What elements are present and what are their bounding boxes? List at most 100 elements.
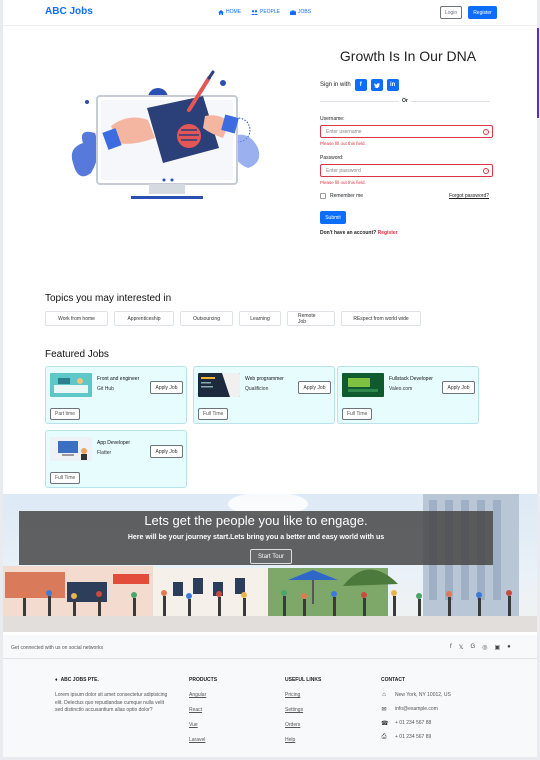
topic-chip[interactable]: Learning (239, 311, 281, 326)
contact-text: + 01 234 567 88 (395, 720, 432, 726)
footer-link[interactable]: Vue (189, 722, 217, 728)
topics-title: Topics you may interested in (45, 293, 172, 304)
footer-social-icons: f 𝕏 G ◎ ▣ ● (450, 644, 511, 651)
home-icon (218, 9, 224, 15)
contact-text: + 01 234 567 89 (395, 734, 432, 740)
company-text: Lorem ipsum dolor sit amet consectetur a… (55, 692, 168, 713)
remember-label: Remember me (330, 193, 364, 199)
connect-text: Get connected with us on social networks (11, 645, 103, 651)
submit-button[interactable]: Submit (320, 211, 346, 224)
twitter-icon[interactable]: 𝕏 (459, 644, 464, 651)
people-icon (251, 9, 258, 15)
footer-link[interactable]: Laravel (189, 737, 217, 743)
printer-icon: ⎙ (381, 734, 387, 740)
or-label: Or (399, 98, 411, 104)
job-card[interactable]: Fullstack Developer Valeo.com Apply Job … (337, 366, 479, 424)
footer-link[interactable]: React (189, 707, 217, 713)
nav-link-people[interactable]: PEOPLE (251, 9, 280, 15)
topic-chip[interactable]: Outsourcing (180, 311, 233, 326)
footer-social-bar: Get connected with us on social networks… (3, 635, 537, 659)
job-card[interactable]: Web programmer Qualificion Apply Job Ful… (193, 366, 335, 424)
remember-me[interactable]: Remember me (320, 193, 363, 199)
hero-banner: Lets get the people you like to engage. … (3, 494, 537, 632)
username-placeholder: Enter username (326, 129, 362, 135)
instagram-icon[interactable]: ◎ (482, 644, 487, 651)
useful-heading: USEFUL LINKS (285, 677, 322, 683)
twitter-button[interactable] (370, 79, 383, 91)
register-link[interactable]: Register (378, 230, 398, 236)
products-heading: PRODUCTS (189, 677, 218, 683)
forgot-password-link[interactable]: Forgot password? (449, 193, 489, 199)
start-tour-button[interactable]: Start Tour (250, 549, 292, 564)
company-heading: ♦ ABC JOBS PTE. (55, 677, 170, 683)
topic-chip[interactable]: Work from home (45, 311, 108, 326)
apply-job-button[interactable]: Apply Job (298, 381, 331, 394)
banner-subtitle: Here will be your journey start.Lets bri… (127, 534, 385, 541)
hero-illustration (71, 70, 260, 199)
job-thumbnail (198, 373, 240, 397)
facebook-icon[interactable]: f (450, 644, 452, 651)
job-title: Front and engineer (97, 376, 140, 382)
footer-useful-links: USEFUL LINKS Pricing Settings Orders Hel… (285, 677, 321, 752)
job-company: Flatter (97, 450, 112, 456)
contact-row: ⎙ + 01 234 567 89 (381, 734, 451, 740)
login-button[interactable]: Login (440, 6, 462, 19)
page: ABC Jobs HOME PEOPLE JOBS Login Register (3, 0, 537, 757)
footer: ♦ ABC JOBS PTE. Lorem ipsum dolor sit am… (3, 659, 537, 757)
job-thumbnail (50, 437, 92, 461)
nav-link-label: JOBS (298, 9, 312, 15)
topic-chip[interactable]: Remote Job (287, 311, 335, 326)
navbar: ABC Jobs HOME PEOPLE JOBS Login Register (3, 0, 537, 26)
footer-link[interactable]: Help (285, 737, 321, 743)
topic-chip[interactable]: Apprenticeship (114, 311, 174, 326)
linkedin-button[interactable]: in (386, 79, 399, 91)
username-input[interactable]: Enter username ! (320, 125, 493, 138)
footer-company: ♦ ABC JOBS PTE. Lorem ipsum dolor sit am… (55, 677, 170, 715)
featured-jobs-title: Featured Jobs (45, 349, 109, 360)
job-card[interactable]: Front and engineer Git Hub Apply Job Par… (45, 366, 187, 424)
github-icon[interactable]: ● (507, 644, 511, 651)
job-thumbnail (342, 373, 384, 397)
social-signin: Sign in with f in (320, 79, 399, 91)
username-label: Username: (320, 116, 345, 122)
envelope-icon: ✉ (381, 707, 387, 713)
footer-contact: CONTACT ⌂ New York, NY 10012, US ✉ info@… (381, 677, 451, 748)
nav-link-label: PEOPLE (260, 9, 281, 15)
banner-title: Lets get the people you like to engage. (144, 513, 368, 528)
linkedin-icon[interactable]: ▣ (494, 644, 500, 651)
footer-link[interactable]: Pricing (285, 692, 321, 698)
job-thumbnail (50, 373, 92, 397)
job-type-badge: Full Time (198, 408, 229, 420)
google-icon[interactable]: G (471, 644, 476, 651)
job-company: Qualificion (245, 386, 269, 392)
job-card[interactable]: App Developer Flatter Apply Job Full Tim… (45, 430, 187, 488)
contact-row: ☎ + 01 234 567 88 (381, 720, 451, 727)
twitter-icon (373, 82, 380, 88)
apply-job-button[interactable]: Apply Job (150, 381, 183, 394)
password-error: Please fill out this field. (320, 180, 366, 185)
contact-heading: CONTACT (381, 677, 406, 683)
password-input[interactable]: Enter password ! (320, 164, 493, 177)
brand-logo[interactable]: ABC Jobs (45, 6, 93, 17)
facebook-button[interactable]: f (354, 79, 367, 91)
nav-link-jobs[interactable]: JOBS (290, 9, 311, 15)
contact-text: New York, NY 10012, US (395, 692, 451, 698)
job-type-badge: Part time (50, 408, 81, 420)
username-error: Please fill out this field. (320, 141, 366, 146)
home-icon: ⌂ (382, 692, 386, 698)
apply-job-button[interactable]: Apply Job (442, 381, 475, 394)
footer-link[interactable]: Angular (189, 692, 217, 698)
topics-list: Work from home Apprenticeship Outsourcin… (45, 311, 421, 326)
job-title: Web programmer (245, 376, 284, 382)
phone-icon: ☎ (381, 721, 389, 727)
topic-chip[interactable]: REspect from world wide (341, 311, 421, 326)
register-button[interactable]: Register (468, 6, 497, 19)
footer-link[interactable]: Settings (285, 707, 321, 713)
nav-link-home[interactable]: HOME (218, 9, 241, 15)
apply-job-button[interactable]: Apply Job (150, 445, 183, 458)
remember-checkbox[interactable] (320, 193, 326, 199)
footer-link[interactable]: Orders (285, 722, 321, 728)
nav-links: HOME PEOPLE JOBS (218, 9, 311, 15)
job-company: Valeo.com (389, 386, 413, 392)
company-name: ABC JOBS PTE. (60, 677, 99, 683)
